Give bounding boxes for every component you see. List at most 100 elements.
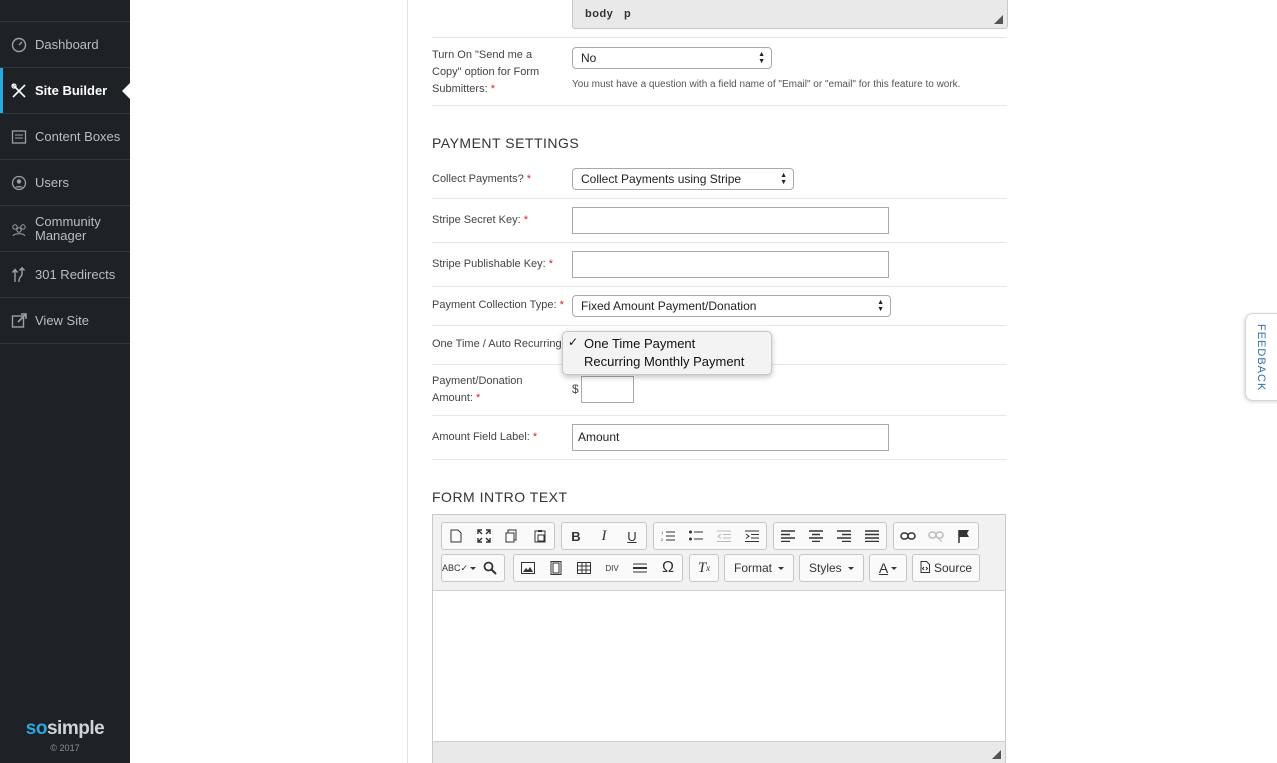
- text-color-icon[interactable]: A: [870, 555, 906, 581]
- dropdown-option-recurring[interactable]: Recurring Monthly Payment: [584, 354, 744, 369]
- logo-simple: simple: [46, 718, 105, 739]
- currency-symbol: $: [572, 382, 579, 396]
- new-page-icon[interactable]: [442, 523, 470, 549]
- styles-combo-label: Styles: [800, 555, 863, 581]
- paste-icon[interactable]: [526, 523, 554, 549]
- recurring-dropdown-menu[interactable]: ✓ One Time Payment Recurring Monthly Pay…: [562, 331, 772, 375]
- sidebar: Dashboard Site Builder Content Boxes Use…: [0, 0, 130, 763]
- sidebar-item-community-manager[interactable]: Community Manager: [0, 206, 130, 252]
- source-icon: [920, 560, 930, 576]
- align-left-icon[interactable]: [774, 523, 802, 549]
- toolbar-group-basic-styles: B I U: [561, 522, 647, 550]
- collect-payments-value: Collect Payments using Stripe: [581, 172, 742, 186]
- bold-icon[interactable]: B: [562, 523, 590, 549]
- path-body[interactable]: body: [585, 8, 613, 20]
- image-icon[interactable]: [514, 555, 542, 581]
- justify-icon[interactable]: [858, 523, 886, 549]
- toolbar-group-color: A: [869, 554, 907, 582]
- community-icon: [10, 220, 28, 238]
- send-copy-value: No: [581, 51, 597, 65]
- spellcheck-icon[interactable]: ABC✓: [442, 555, 477, 581]
- stripe-publishable-label-text: Stripe Publishable Key:: [432, 258, 546, 270]
- copy-icon[interactable]: [498, 523, 526, 549]
- italic-icon[interactable]: I: [590, 523, 618, 549]
- sidebar-item-site-builder[interactable]: Site Builder: [0, 68, 130, 114]
- toolbar-group-spell: ABC✓: [441, 554, 505, 582]
- required-marker: *: [476, 392, 481, 404]
- resize-handle[interactable]: [994, 15, 1003, 24]
- content-divider: [407, 0, 408, 763]
- toolbar-group-clear: Tx: [689, 554, 719, 582]
- chevron-down-icon: [778, 566, 785, 570]
- required-marker: *: [526, 173, 532, 185]
- sidebar-item-301-redirects[interactable]: 301 Redirects: [0, 252, 130, 298]
- amount-input[interactable]: [581, 376, 634, 403]
- copyright: © 2017: [50, 743, 80, 753]
- path-p[interactable]: p: [624, 8, 631, 20]
- styles-combo[interactable]: Styles: [799, 554, 864, 582]
- dropdown-option-one-time[interactable]: One Time Payment: [584, 336, 695, 351]
- toolbar-group-align: [773, 522, 887, 550]
- collect-payments-label-text: Collect Payments?: [432, 173, 524, 185]
- remove-format-icon[interactable]: Tx: [690, 555, 718, 581]
- outdent-icon[interactable]: [710, 523, 738, 549]
- stripe-publishable-input[interactable]: [572, 251, 889, 278]
- align-center-icon[interactable]: [802, 523, 830, 549]
- send-copy-select[interactable]: No ▲ ▼: [572, 47, 772, 69]
- feedback-label: FEEDBACK: [1255, 324, 1267, 392]
- horizontal-rule-icon[interactable]: [626, 555, 654, 581]
- select-arrows-icon: ▲ ▼: [758, 51, 765, 65]
- link-icon[interactable]: [894, 523, 922, 549]
- resize-handle[interactable]: [992, 750, 1001, 759]
- amount-field-label-text: Amount Field Label:: [432, 431, 530, 443]
- table-icon[interactable]: [570, 555, 598, 581]
- align-right-icon[interactable]: [830, 523, 858, 549]
- feedback-tab[interactable]: FEEDBACK: [1245, 313, 1277, 401]
- required-marker: *: [490, 83, 495, 95]
- maximize-icon[interactable]: [470, 523, 498, 549]
- indent-icon[interactable]: [738, 523, 766, 549]
- editor-content-area[interactable]: [433, 591, 1005, 741]
- amount-field-label-row: Amount Field Label: * Amount: [432, 416, 1007, 460]
- anchor-flag-icon[interactable]: [950, 523, 978, 549]
- numbered-list-icon[interactable]: 12: [654, 523, 682, 549]
- rich-text-editor: B I U 12 ABC✓ DIV Ω T x Format Styles A …: [432, 514, 1006, 763]
- recurring-label-text: One Time / Auto Recurring:: [432, 338, 565, 350]
- sidebar-item-dashboard[interactable]: Dashboard: [0, 22, 130, 68]
- sidebar-item-content-boxes[interactable]: Content Boxes: [0, 114, 130, 160]
- amount-field-input[interactable]: Amount: [572, 424, 889, 451]
- select-arrows-icon: ▲ ▼: [877, 299, 884, 313]
- sidebar-item-users[interactable]: Users: [0, 160, 130, 206]
- find-icon[interactable]: [476, 555, 504, 581]
- send-copy-hint: You must have a question with a field na…: [572, 79, 961, 90]
- payment-type-label-text: Payment Collection Type:: [432, 299, 557, 311]
- recurring-label: One Time / Auto Recurring:: [432, 336, 565, 353]
- source-button[interactable]: Source: [912, 554, 981, 582]
- special-char-icon[interactable]: Ω: [654, 555, 682, 581]
- toolbar-group-lists: 12: [653, 522, 767, 550]
- logo-so: so: [25, 718, 48, 739]
- dashboard-icon: [10, 36, 28, 54]
- payment-type-row: Payment Collection Type: * Fixed Amount …: [432, 287, 1007, 326]
- payment-type-select[interactable]: Fixed Amount Payment/Donation ▲ ▼: [572, 295, 891, 317]
- logo-text: sosimple: [0, 718, 130, 740]
- unlink-icon[interactable]: [922, 523, 950, 549]
- styles-label: Styles: [809, 561, 842, 575]
- video-icon[interactable]: [542, 555, 570, 581]
- sidebar-item-view-site[interactable]: View Site: [0, 298, 130, 344]
- collect-payments-select[interactable]: Collect Payments using Stripe ▲ ▼: [572, 168, 794, 190]
- chevron-down-icon: [847, 566, 854, 570]
- content-boxes-icon: [10, 128, 28, 146]
- external-link-icon: [10, 312, 28, 330]
- select-arrows-icon: ▲ ▼: [780, 172, 787, 186]
- sidebar-top-gap: [0, 0, 130, 22]
- svg-text:1: 1: [661, 530, 664, 535]
- underline-icon[interactable]: U: [618, 523, 646, 549]
- editor-footer: [433, 741, 1005, 763]
- div-icon[interactable]: DIV: [598, 555, 626, 581]
- stripe-publishable-row: Stripe Publishable Key: *: [432, 243, 1007, 287]
- collect-payments-label: Collect Payments? *: [432, 171, 531, 188]
- bulleted-list-icon[interactable]: [682, 523, 710, 549]
- format-combo[interactable]: Format: [724, 554, 795, 582]
- stripe-secret-input[interactable]: [572, 207, 889, 234]
